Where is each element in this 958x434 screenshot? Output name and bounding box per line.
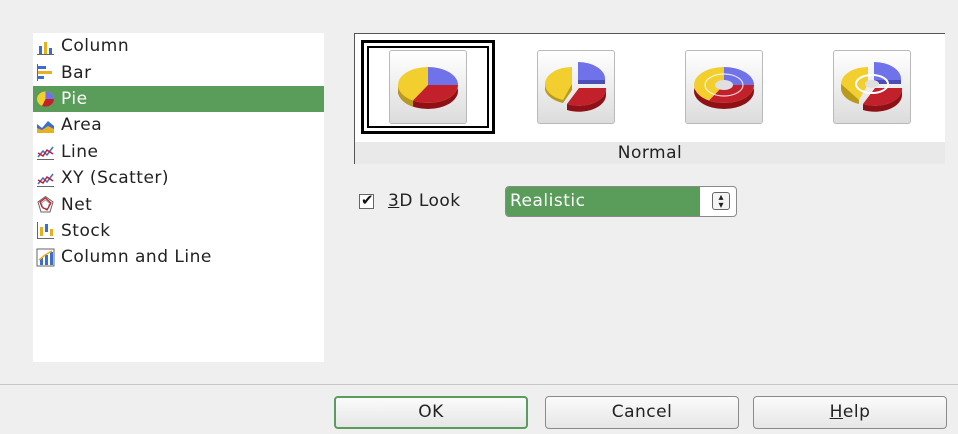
chart-type-column[interactable]: Column [33,33,324,59]
chart-type-label: Pie [61,88,88,109]
selection-frame [361,40,495,134]
column-chart-icon [37,41,54,55]
button-separator [0,384,958,385]
chart-variant-panel: Normal [354,33,945,164]
chart-variant-row [355,34,945,140]
donut-exploded-icon [841,61,903,112]
3d-scheme-value: Realistic [506,187,700,216]
variant-tile [685,50,763,124]
help-button[interactable]: Help [753,396,947,429]
chart-type-line[interactable]: Line [33,139,324,165]
chart-type-label: Area [61,115,103,136]
chart-type-label: Stock [61,220,111,241]
chart-type-label: Bar [61,62,92,83]
help-label-text: elp [842,402,871,422]
net-chart-icon [37,195,54,213]
checkmark-icon: ✔ [361,191,374,209]
pie-chart-icon [37,91,55,108]
chart-type-label: Column and Line [61,247,212,268]
donut-icon [694,67,754,109]
variant-tile [537,50,615,124]
chart-type-label: Net [61,194,93,215]
variant-exploded-donut[interactable] [799,34,945,140]
chart-type-stock[interactable]: Stock [33,218,324,244]
pie-exploded-icon [545,61,607,112]
ok-button[interactable]: OK [334,396,528,429]
variant-caption: Normal [355,142,945,164]
up-down-arrows-icon: ▴ ▾ [712,192,730,211]
variant-normal[interactable] [355,34,501,140]
bar-chart-icon [37,64,52,82]
chart-type-label: Line [61,141,99,162]
line-chart-icon [37,146,54,161]
variant-tile [389,50,467,124]
chart-type-label: Column [61,36,130,57]
cancel-button[interactable]: Cancel [545,396,739,429]
help-mnemonic: H [829,402,843,422]
variant-exploded-pie[interactable] [503,34,649,140]
chart-type-column-and-line[interactable]: Column and Line [33,244,324,270]
pie-normal-icon [398,67,458,109]
chart-type-xy-scatter[interactable]: XY (Scatter) [33,165,324,191]
chart-type-net[interactable]: Net [33,191,324,217]
column-line-chart-icon [36,248,55,267]
stock-chart-icon [37,222,54,240]
variant-tile [833,50,911,124]
chart-type-label: XY (Scatter) [61,168,170,189]
3d-look-mnemonic: 3 [388,191,400,211]
3d-look-checkbox[interactable]: ✔ [359,191,374,209]
scatter-chart-icon [37,173,54,187]
3d-look-label: 3D Look [388,191,461,211]
variant-donut[interactable] [651,34,797,140]
chart-type-area[interactable]: Area [33,112,324,138]
chart-type-list[interactable]: Column Bar Pie Area Line XY (Scatter) Ne… [33,33,324,362]
chart-type-bar[interactable]: Bar [33,59,324,85]
chart-type-pie[interactable]: Pie [33,85,324,113]
3d-look-label-text: D Look [399,191,461,211]
area-chart-icon [37,120,54,133]
3d-scheme-select[interactable]: Realistic ▴ ▾ [505,186,737,217]
